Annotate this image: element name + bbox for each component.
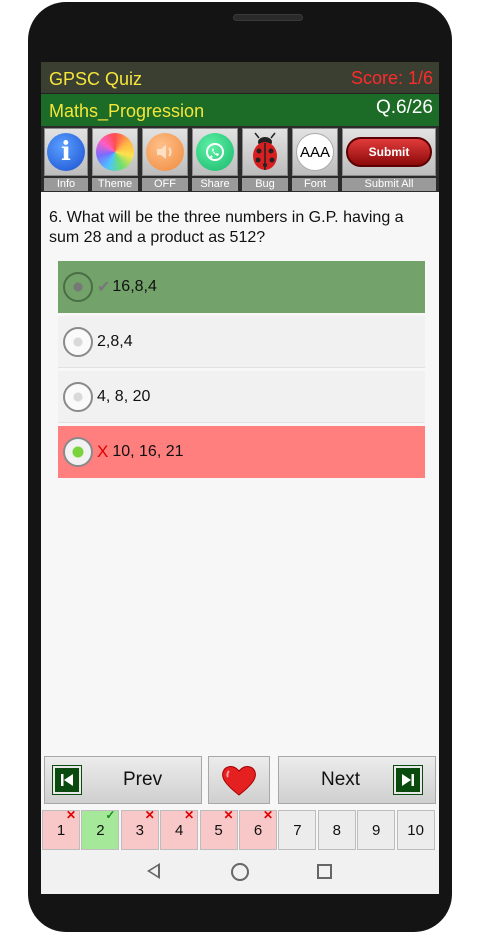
next-icon: [393, 765, 424, 795]
option-text: 16,8,4: [112, 278, 157, 295]
question-number-cell[interactable]: 1 ✕: [42, 808, 80, 850]
correct-check-icon: ✔: [97, 279, 111, 296]
option-text: 10, 16, 21: [112, 443, 184, 460]
app-screen: GPSC Quiz Score: 1/6 Maths_Progression Q…: [41, 62, 439, 894]
question-text: 6. What will be the three numbers in G.P…: [49, 209, 404, 246]
wrong-x-icon: ✕: [223, 808, 234, 822]
bug-label: Bug: [242, 178, 288, 191]
toolbar: i Info Theme OFF Share Bug AAA Font Subm…: [41, 126, 439, 192]
correct-check-icon: ✓: [105, 808, 116, 822]
question-number-cell[interactable]: 10: [396, 810, 435, 850]
question-number-cell[interactable]: 9: [357, 810, 396, 850]
share-icon: [196, 133, 234, 171]
wrong-x-icon: ✕: [65, 808, 76, 822]
question-number: 7: [293, 821, 302, 839]
speaker-icon: [146, 133, 184, 171]
wrong-x-icon: X: [97, 442, 109, 461]
question-number: 2: [96, 821, 105, 839]
theme-icon: [96, 133, 134, 171]
font-icon: AAA: [296, 133, 334, 171]
home-icon[interactable]: [231, 863, 249, 881]
next-label: Next: [321, 769, 361, 790]
question-number: 8: [332, 821, 341, 839]
question-number: 5: [214, 821, 223, 839]
info-icon: i: [47, 133, 85, 171]
wrong-x-icon: ✕: [144, 808, 155, 822]
app-title: GPSC Quiz: [49, 69, 143, 89]
wrong-x-icon: ✕: [262, 808, 273, 822]
prev-label: Prev: [123, 769, 163, 790]
theme-label: Theme: [92, 178, 138, 191]
question-counter: Q.6/26: [375, 97, 433, 118]
sound-label: OFF: [142, 178, 188, 191]
score-display: Score: 1/6: [350, 68, 433, 88]
option-text: 2,8,4: [97, 332, 133, 350]
prev-button[interactable]: Prev: [44, 756, 202, 804]
font-label: Font: [292, 178, 338, 191]
theme-button[interactable]: Theme: [91, 128, 139, 191]
question-number: 10: [407, 821, 424, 839]
sound-toggle-button[interactable]: OFF: [141, 128, 189, 191]
title-bar: GPSC Quiz Score: 1/6: [41, 62, 439, 94]
question-number: 3: [135, 821, 144, 839]
question-number: 4: [175, 821, 184, 839]
favorite-button[interactable]: [208, 756, 270, 804]
ladybug-icon: [253, 132, 277, 170]
option-radio-selected[interactable]: [63, 437, 93, 467]
share-label: Share: [192, 178, 238, 191]
option-radio[interactable]: [63, 326, 93, 357]
wrong-x-icon: ✕: [184, 808, 195, 822]
question-number: 9: [372, 821, 381, 839]
bug-report-button[interactable]: Bug: [241, 128, 289, 191]
info-button[interactable]: i Info: [43, 128, 89, 191]
question-number-cell[interactable]: 2 ✓: [81, 808, 120, 850]
question-number: 1: [56, 821, 66, 839]
navigation-bar: Prev Next: [41, 756, 439, 808]
submit-all-label: Submit All: [342, 178, 436, 191]
option-4[interactable]: X 10, 16, 21: [58, 426, 425, 478]
back-icon[interactable]: [147, 863, 160, 879]
question-number-cell[interactable]: 7: [278, 810, 317, 850]
question-number-cell[interactable]: 3 ✕: [120, 808, 159, 850]
font-size-button[interactable]: AAA Font: [291, 128, 339, 191]
system-navigation-bar: [41, 850, 439, 894]
info-label: Info: [44, 178, 88, 191]
option-1[interactable]: ✔ 16,8,4: [58, 261, 425, 313]
next-button[interactable]: Next: [278, 756, 436, 804]
question-number-cell[interactable]: 6 ✕: [239, 808, 277, 850]
earpiece-speaker: [233, 14, 303, 21]
share-button[interactable]: Share: [191, 128, 239, 191]
option-radio[interactable]: [63, 381, 93, 412]
topic-bar: Maths_Progression Q.6/26: [41, 94, 439, 126]
option-radio[interactable]: [63, 272, 93, 302]
topic-title: Maths_Progression: [49, 101, 205, 121]
submit-button[interactable]: Submit: [346, 137, 432, 167]
question-number-cell[interactable]: 4 ✕: [160, 808, 199, 850]
option-3[interactable]: 4, 8, 20: [58, 371, 425, 423]
prev-icon: [52, 765, 82, 795]
recents-icon[interactable]: [317, 864, 332, 879]
heart-icon: [222, 766, 256, 796]
submit-all-tool: Submit Submit All: [341, 128, 437, 191]
question-navigator: 1 ✕ 2 ✓ 3 ✕ 4 ✕ 5 ✕ 6 ✕ 7 8 9 10: [41, 808, 439, 850]
question-number: 6: [253, 821, 263, 839]
option-2[interactable]: 2,8,4: [58, 316, 425, 368]
question-number-cell[interactable]: 5 ✕: [199, 808, 238, 850]
option-text: 4, 8, 20: [97, 387, 151, 405]
question-number-cell[interactable]: 8: [317, 810, 356, 850]
